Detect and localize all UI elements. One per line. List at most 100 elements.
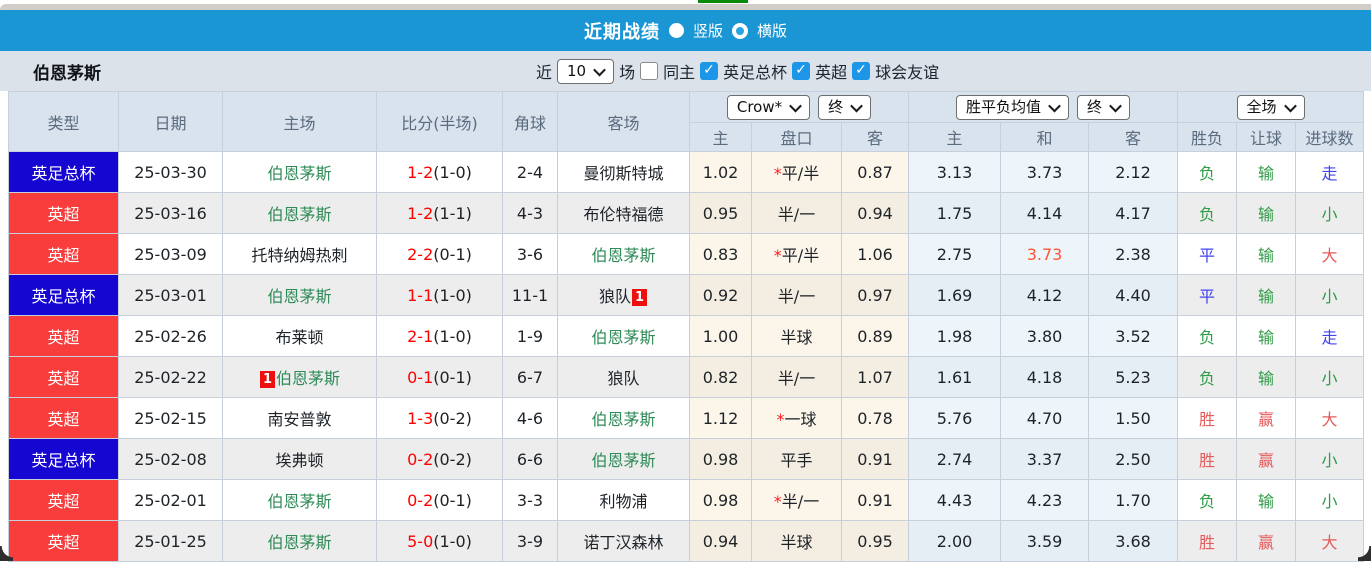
corners-score: 3-6 [502, 233, 558, 275]
halftime-score: (0-2) [433, 449, 472, 469]
club-friendly-label[interactable]: 球会友谊 [875, 59, 939, 83]
star-marker: * [776, 410, 785, 429]
col-header-home: 主场 [222, 91, 377, 152]
home-team[interactable]: 南安普敦 [222, 397, 377, 439]
col-header-away: 客场 [557, 91, 690, 152]
recent-count-value: 10 [567, 61, 587, 80]
away-team[interactable]: 狼队 [557, 356, 690, 398]
mean-odds-draw: 4.18 [1000, 356, 1090, 398]
matches-label: 场 [619, 63, 636, 82]
match-date: 25-02-15 [118, 397, 223, 439]
away-team[interactable]: 布伦特福德 [557, 192, 690, 234]
team-name-text: 伯恩茅斯 [276, 369, 341, 388]
mean-time-value: 终 [1087, 97, 1103, 116]
corners-score: 3-9 [502, 520, 558, 562]
handicap-odds-away: 0.94 [840, 192, 910, 234]
corners-score: 2-4 [502, 151, 558, 193]
competition-badge: 英足总杯 [8, 274, 119, 316]
club-friendly-checkbox[interactable] [852, 62, 871, 80]
chevron-down-icon [1283, 99, 1297, 112]
subcol-result-handicap: 让球 [1236, 122, 1297, 152]
home-team[interactable]: 伯恩茅斯 [222, 192, 377, 234]
home-team[interactable]: 布莱顿 [222, 315, 377, 357]
team-name-text: 利物浦 [599, 492, 648, 511]
home-team[interactable]: 伯恩茅斯 [222, 520, 377, 562]
mean-odds-home: 2.74 [908, 438, 1002, 480]
table-row[interactable]: 英超 25-02-01 伯恩茅斯 0-2(0-1) 3-3 利物浦 0.98 *… [8, 479, 1365, 521]
result-handicap: 赢 [1236, 520, 1297, 562]
competition-badge: 英足总杯 [8, 438, 119, 480]
table-row[interactable]: 英足总杯 25-03-30 伯恩茅斯 1-2(1-0) 2-4 曼彻斯特城 1.… [8, 151, 1365, 193]
layout-radio-vertical[interactable] [668, 23, 684, 38]
result-goals: 大 [1295, 397, 1365, 439]
layout-radio-horizontal[interactable] [732, 22, 748, 39]
subcol-mean-draw: 和 [1000, 122, 1090, 152]
handicap-odds-home: 0.94 [689, 520, 752, 562]
same-home-checkbox[interactable] [640, 62, 659, 80]
red-card-badge: 1 [631, 289, 648, 306]
chevron-down-icon [1109, 99, 1122, 112]
layout-radio-horizontal-label[interactable]: 横版 [757, 20, 787, 41]
result-goals: 大 [1295, 233, 1365, 275]
competition-badge: 英超 [8, 397, 119, 439]
home-team[interactable]: 伯恩茅斯 [222, 479, 377, 521]
mean-odds-away: 2.12 [1088, 151, 1179, 193]
team-name: 伯恩茅斯 [33, 63, 101, 84]
table-row[interactable]: 英超 25-02-26 布莱顿 2-1(1-0) 1-9 伯恩茅斯 1.00 半… [8, 315, 1365, 357]
window-corner-bottom-left [0, 546, 13, 561]
layout-radio-vertical-label[interactable]: 竖版 [693, 20, 723, 41]
handicap-line: 半/一 [751, 274, 842, 316]
handicap-line: *半/一 [751, 479, 842, 521]
handicap-odds-home: 0.83 [689, 233, 752, 275]
away-team[interactable]: 利物浦 [557, 479, 690, 521]
table-row[interactable]: 英超 25-03-09 托特纳姆热刺 2-2(0-1) 3-6 伯恩茅斯 0.8… [8, 233, 1365, 275]
away-team[interactable]: 伯恩茅斯 [557, 233, 690, 275]
result-handicap: 输 [1236, 479, 1297, 521]
away-team[interactable]: 诺丁汉森林 [557, 520, 690, 562]
away-team[interactable]: 伯恩茅斯 [557, 315, 690, 357]
recent-count-select[interactable]: 10 [557, 58, 615, 84]
away-team[interactable]: 伯恩茅斯 [557, 438, 690, 480]
handicap-odds-home: 1.02 [689, 151, 752, 193]
away-team[interactable]: 曼彻斯特城 [557, 151, 690, 193]
competition-badge: 英超 [8, 315, 119, 357]
mean-time-select[interactable]: 终 [1077, 94, 1131, 120]
table-row[interactable]: 英超 25-01-25 伯恩茅斯 5-0(1-0) 3-9 诺丁汉森林 0.94… [8, 520, 1365, 562]
table-row[interactable]: 英超 25-02-22 1 伯恩茅斯 0-1(0-1) 6-7 狼队 0.82 半… [8, 356, 1365, 398]
home-team[interactable]: 伯恩茅斯 [222, 151, 377, 193]
mean-odds-home: 2.00 [908, 520, 1002, 562]
table-row[interactable]: 英足总杯 25-03-01 伯恩茅斯 1-1(1-0) 11-1 狼队 1 0.9… [8, 274, 1365, 316]
team-name-text: 伯恩茅斯 [591, 328, 656, 347]
home-team[interactable]: 伯恩茅斯 [222, 274, 377, 316]
handicap-odds-home: 0.82 [689, 356, 752, 398]
team-name-text: 托特纳姆热刺 [251, 246, 348, 265]
mean-type-select[interactable]: 胜平负均值 [956, 94, 1070, 120]
scope-select[interactable]: 全场 [1236, 94, 1305, 120]
away-team[interactable]: 伯恩茅斯 [557, 397, 690, 439]
table-row[interactable]: 英超 25-03-16 伯恩茅斯 1-2(1-1) 4-3 布伦特福德 0.95… [8, 192, 1365, 234]
home-team[interactable]: 托特纳姆热刺 [222, 233, 377, 275]
home-team[interactable]: 1 伯恩茅斯 [222, 356, 377, 398]
table-row[interactable]: 英足总杯 25-02-08 埃弗顿 0-2(0-2) 6-6 伯恩茅斯 0.98… [8, 438, 1365, 480]
competition-badge: 英超 [8, 520, 119, 562]
same-home-label[interactable]: 同主 [663, 59, 695, 83]
score-cell: 1-2(1-0) [376, 151, 503, 193]
table-row[interactable]: 英超 25-02-15 南安普敦 1-3(0-2) 4-6 伯恩茅斯 1.12 … [8, 397, 1365, 439]
score-cell: 1-2(1-1) [376, 192, 503, 234]
mean-odds-home: 1.75 [908, 192, 1002, 234]
handicap-time-select[interactable]: 终 [818, 94, 872, 120]
home-team[interactable]: 埃弗顿 [222, 438, 377, 480]
fa-cup-checkbox[interactable] [700, 62, 719, 80]
bookmaker-select[interactable]: Crow* [726, 94, 811, 120]
premier-league-label[interactable]: 英超 [815, 59, 847, 83]
window-corner-bottom-right [1358, 546, 1371, 561]
handicap-line: 半/一 [751, 356, 842, 398]
premier-league-checkbox[interactable] [792, 62, 811, 80]
recent-label: 近 [536, 63, 553, 82]
match-date: 25-02-26 [118, 315, 223, 357]
titlebar: 近期战绩 竖版 横版 [0, 10, 1371, 51]
fa-cup-label[interactable]: 英足总杯 [723, 59, 787, 83]
result-handicap: 输 [1236, 233, 1297, 275]
away-team[interactable]: 狼队 1 [557, 274, 690, 316]
corners-score: 1-9 [502, 315, 558, 357]
